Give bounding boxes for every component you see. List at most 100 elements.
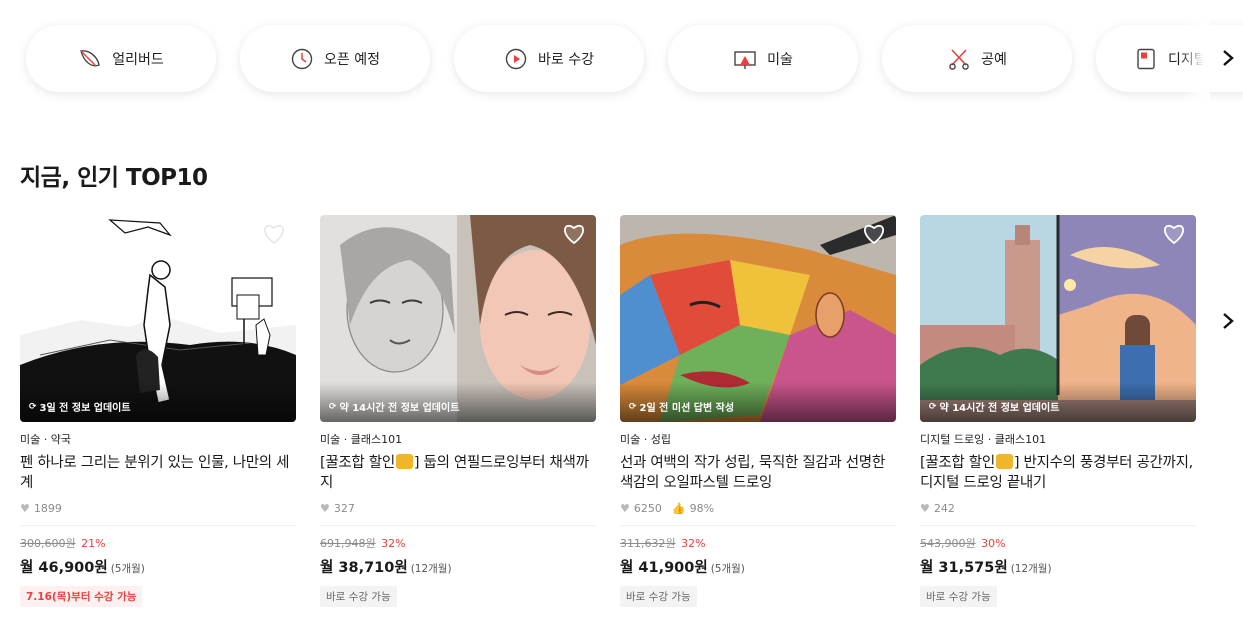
class-stats: ♥ 6250 👍 98% — [620, 501, 896, 515]
price-row: 691,948원 32% — [320, 535, 596, 551]
monthly-price: 월 31,575원 — [920, 560, 1008, 576]
installment-period: (5개월) — [710, 563, 745, 575]
monthly-price: 월 41,900원 — [620, 560, 708, 576]
leaf-icon — [78, 47, 102, 71]
status-badge: ⟳ 2일 전 미션 답변 작성 — [629, 399, 735, 415]
class-title[interactable]: [꿀조합 할인] 둡의 연필드로잉부터 채색까지 — [320, 453, 596, 493]
class-category: 미술 · 클래스101 — [320, 433, 403, 446]
status-text: 약 14시간 전 정보 업데이트 — [339, 403, 460, 414]
class-thumbnail[interactable]: ⟳ 약 14시간 전 정보 업데이트 — [320, 215, 596, 422]
availability-badge: 바로 수강 가능 — [620, 586, 697, 607]
like-count: 327 — [333, 501, 355, 515]
category-label: 미술 — [767, 51, 793, 68]
title-prefix: [꿀조합 할인 — [320, 455, 395, 471]
divider — [20, 525, 296, 526]
honey-jar-icon — [995, 454, 1013, 469]
class-title[interactable]: [꿀조합 할인] 반지수의 풍경부터 공간까지,디지털 드로잉 끝내기 — [920, 453, 1196, 493]
class-title[interactable]: 선과 여백의 작가 성립, 묵직한 질감과 선명한 색감의 오일파스텔 드로잉 — [620, 453, 896, 493]
status-text: 3일 전 정보 업데이트 — [39, 403, 131, 414]
class-stats: ♥ 242 — [920, 501, 1196, 515]
original-price: 300,600원 — [20, 537, 76, 550]
installment-period: (5개월) — [110, 563, 145, 575]
like-count-heart-icon: ♥ — [620, 501, 630, 515]
status-text: 약 14시간 전 정보 업데이트 — [939, 403, 1060, 414]
monthly-price: 월 38,710원 — [320, 560, 408, 576]
like-count-heart-icon: ♥ — [20, 501, 30, 515]
divider — [620, 525, 896, 526]
category-label: 바로 수강 — [538, 51, 594, 68]
list-next-arrow-icon[interactable] — [1216, 309, 1240, 333]
category-next-arrow-icon[interactable] — [1216, 46, 1240, 70]
class-category: 미술 · 약국 — [20, 433, 71, 446]
price-row: 543,900원 30% — [920, 535, 1196, 551]
thumbs-up-icon: 👍 — [671, 501, 686, 515]
availability-badge: 바로 수강 가능 — [920, 586, 997, 607]
category-craft[interactable]: 공예 — [882, 25, 1072, 92]
refresh-icon: ⟳ — [929, 401, 937, 412]
divider — [920, 525, 1196, 526]
refresh-icon: ⟳ — [29, 401, 37, 412]
play-circle-icon — [504, 47, 528, 71]
installment-period: (12개월) — [1010, 563, 1052, 575]
category-label: 공예 — [981, 51, 1007, 68]
class-thumbnail[interactable]: ⟳ 2일 전 미션 답변 작성 — [620, 215, 896, 422]
scissors-icon — [947, 47, 971, 71]
like-heart-icon[interactable] — [262, 223, 286, 245]
like-heart-icon[interactable] — [862, 223, 886, 245]
original-price: 543,900원 — [920, 537, 976, 550]
status-badge: ⟳ 약 14시간 전 정보 업데이트 — [929, 399, 1060, 415]
class-category: 디지털 드로잉 · 클래스101 — [920, 433, 1047, 446]
monthly-price-row: 월 31,575원 (12개월) — [920, 556, 1196, 577]
tablet-icon — [1134, 47, 1158, 71]
class-thumbnail[interactable]: ⟳ 약 14시간 전 정보 업데이트 — [920, 215, 1196, 422]
discount-rate: 32% — [681, 537, 706, 550]
installment-period: (12개월) — [410, 563, 452, 575]
satisfaction-rate: 98% — [689, 501, 715, 515]
price-row: 311,632원 32% — [620, 535, 896, 551]
like-count-heart-icon: ♥ — [320, 501, 330, 515]
discount-rate: 21% — [81, 537, 106, 550]
honey-jar-icon — [395, 454, 413, 469]
easel-icon — [733, 47, 757, 71]
monthly-price-row: 월 38,710원 (12개월) — [320, 556, 596, 577]
status-badge: ⟳ 약 14시간 전 정보 업데이트 — [329, 399, 460, 415]
class-title[interactable]: 펜 하나로 그리는 분위기 있는 인물, 나만의 세계 — [20, 453, 296, 493]
monthly-price-row: 월 41,900원 (5개월) — [620, 556, 896, 577]
class-category: 미술 · 성립 — [620, 433, 671, 446]
like-heart-icon[interactable] — [562, 223, 586, 245]
refresh-icon: ⟳ — [329, 401, 337, 412]
like-count: 242 — [933, 501, 955, 515]
class-stats: ♥ 1899 — [20, 501, 296, 515]
price-row: 300,600원 21% — [20, 535, 296, 551]
category-fade — [1180, 20, 1210, 100]
class-card[interactable]: ⟳ 2일 전 미션 답변 작성 미술 · 성립 선과 여백의 작가 성립, 묵직… — [620, 215, 896, 607]
category-early-bird[interactable]: 얼리버드 — [26, 25, 216, 92]
category-label: 얼리버드 — [112, 51, 164, 68]
discount-rate: 32% — [381, 537, 406, 550]
category-strip: 얼리버드 오픈 예정 바로 수강 미술 공예 디지털 — [0, 0, 1243, 120]
class-card[interactable]: ⟳ 약 14시간 전 정보 업데이트 미술 · 클래스101 [꿀조합 할인] … — [320, 215, 596, 607]
divider — [320, 525, 596, 526]
section-title: 지금, 인기 TOP10 — [20, 165, 208, 191]
category-coming-soon[interactable]: 오픈 예정 — [240, 25, 430, 92]
category-label: 오픈 예정 — [324, 51, 380, 68]
category-art[interactable]: 미술 — [668, 25, 858, 92]
clock-icon — [290, 47, 314, 71]
class-card[interactable]: ⟳ 약 14시간 전 정보 업데이트 디지털 드로잉 · 클래스101 [꿀조합… — [920, 215, 1196, 607]
original-price: 311,632원 — [620, 537, 676, 550]
category-instant-access[interactable]: 바로 수강 — [454, 25, 644, 92]
class-stats: ♥ 327 — [320, 501, 596, 515]
status-text: 2일 전 미션 답변 작성 — [639, 403, 735, 414]
title-prefix: [꿀조합 할인 — [920, 455, 995, 471]
availability-badge: 7.16(목)부터 수강 가능 — [20, 586, 143, 607]
discount-rate: 30% — [981, 537, 1006, 550]
availability-badge: 바로 수강 가능 — [320, 586, 397, 607]
like-count-heart-icon: ♥ — [920, 501, 930, 515]
class-card[interactable]: ⟳ 3일 전 정보 업데이트 미술 · 약국 펜 하나로 그리는 분위기 있는 … — [20, 215, 296, 607]
class-thumbnail[interactable]: ⟳ 3일 전 정보 업데이트 — [20, 215, 296, 422]
monthly-price-row: 월 46,900원 (5개월) — [20, 556, 296, 577]
like-heart-icon[interactable] — [1162, 223, 1186, 245]
original-price: 691,948원 — [320, 537, 376, 550]
refresh-icon: ⟳ — [629, 401, 637, 412]
like-count: 1899 — [33, 501, 62, 515]
